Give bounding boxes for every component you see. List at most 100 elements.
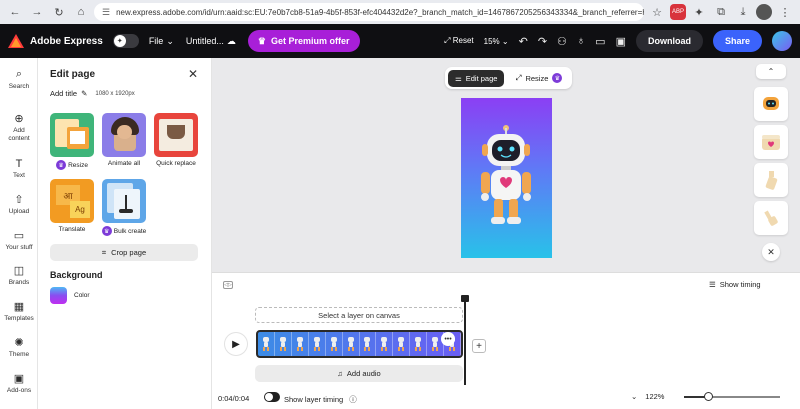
download-tray-icon[interactable]: ⤓: [734, 3, 752, 21]
bookmark-star-icon[interactable]: ☆: [648, 3, 666, 21]
browser-menu-icon[interactable]: ⋮: [776, 3, 794, 21]
addons-icon: ▣: [13, 373, 25, 385]
track-frame: [410, 332, 428, 356]
rail-label: Your stuff: [5, 244, 33, 251]
zoom-dropdown[interactable]: 15% ⌄: [484, 37, 509, 46]
folder-icon: ▭: [13, 230, 25, 242]
resize-button[interactable]: ⤢ Resize ♛: [508, 70, 569, 87]
rail-label: Theme: [8, 351, 30, 358]
back-icon[interactable]: ←: [6, 3, 24, 21]
invite-icon[interactable]: ⚇: [557, 35, 567, 48]
tool-label-text: Animate all: [107, 160, 141, 167]
premium-offer-button[interactable]: ♛ Get Premium offer: [247, 30, 360, 52]
resize-label: Resize: [525, 73, 549, 83]
rail-label: Add content: [8, 127, 30, 142]
close-icon[interactable]: ✕: [762, 243, 780, 261]
comment-icon[interactable]: ▭: [595, 35, 605, 48]
ai-toggle-knob-icon: ✦: [113, 35, 126, 47]
rail-item-your-stuff[interactable]: ▭ Your stuff: [0, 229, 38, 252]
page-thumbnail[interactable]: [754, 201, 788, 235]
background-color-swatch[interactable]: [50, 287, 67, 304]
show-layer-timing-toggle[interactable]: [264, 392, 280, 402]
download-label: Download: [647, 36, 691, 46]
add-page-icon[interactable]: +: [472, 339, 486, 353]
magic-wand-icon: ⤢: [444, 36, 451, 45]
tool-label-text: Translate: [58, 226, 86, 233]
profile-icon[interactable]: [756, 4, 772, 20]
address-bar[interactable]: ☰ new.express.adobe.com/id/urn:aaid:sc:E…: [94, 3, 644, 21]
rail-item-search[interactable]: ⌕ Search: [0, 68, 38, 91]
chevron-up-icon[interactable]: ⌃: [756, 64, 786, 79]
background-color-label: Color: [74, 292, 90, 299]
quick-replace-tool-tile[interactable]: [154, 113, 198, 157]
edit-page-button[interactable]: ⚌ Edit page: [448, 69, 505, 87]
file-menu[interactable]: File ⌄: [149, 36, 174, 47]
tool-label-text: Bulk create: [113, 227, 147, 235]
page-thumbnails: ⌃ ✕: [752, 64, 790, 261]
premium-crown-icon: ♛: [56, 160, 67, 170]
bulk-create-tool-tile[interactable]: [102, 179, 146, 223]
translate-tool-tile[interactable]: आ Ag: [50, 179, 94, 223]
close-icon[interactable]: ✕: [188, 67, 198, 81]
resize-tool-label: ♛ Resize: [44, 160, 100, 170]
robot-illustration[interactable]: [461, 98, 552, 258]
ai-toggle[interactable]: ✦: [112, 34, 139, 48]
timeline-zoom-value: 122%: [645, 392, 665, 401]
page-artboard[interactable]: [461, 98, 552, 258]
adobe-express-logo[interactable]: [8, 34, 24, 48]
more-options-icon[interactable]: •••: [441, 332, 455, 346]
document-title[interactable]: Untitled... ☁: [186, 36, 236, 47]
page-thumbnail[interactable]: [754, 125, 788, 159]
chevron-down-icon: ⌄: [501, 36, 509, 46]
extension-icon[interactable]: ✦: [690, 3, 708, 21]
timeline-zoom-slider[interactable]: [684, 391, 781, 401]
rail-item-addons[interactable]: ▣ Add-ons: [0, 372, 38, 395]
animate-all-tool-tile[interactable]: [102, 113, 146, 157]
add-audio-label: Add audio: [346, 369, 381, 378]
reset-button[interactable]: ⤢ Reset: [444, 36, 474, 46]
canvas-area: ⚌ Edit page ⤢ Resize ♛ ⌃ ✕: [212, 58, 800, 272]
rail-item-add-content[interactable]: ⊕ Add content: [0, 112, 38, 143]
rail-item-text[interactable]: T Text: [0, 158, 38, 180]
page-track[interactable]: [256, 330, 463, 358]
track-frame: [309, 332, 326, 356]
resize-tool-tile[interactable]: [50, 113, 94, 157]
lightbulb-icon[interactable]: ♁: [577, 35, 585, 47]
forward-icon[interactable]: →: [28, 3, 46, 21]
app-name: Adobe Express: [30, 35, 103, 47]
chevron-down-icon[interactable]: ⌄: [631, 392, 637, 401]
show-timing-button[interactable]: ☰ Show timing: [709, 280, 761, 289]
app-header: Adobe Express ✦ File ⌄ Untitled... ☁ ♛ Get…: [0, 24, 800, 58]
add-audio-button[interactable]: ♫ Add audio: [255, 365, 463, 382]
abp-extension-icon[interactable]: ABP: [670, 4, 686, 20]
home-icon[interactable]: ⌂: [72, 3, 90, 21]
add-title-row[interactable]: Add title ✎ 1080 x 1920px: [50, 89, 135, 98]
show-layer-timing-label: Show layer timing: [284, 395, 344, 404]
rail-item-theme[interactable]: ✺ Theme: [0, 336, 38, 359]
user-avatar[interactable]: [772, 31, 792, 51]
zoom-slider-thumb[interactable]: [704, 391, 714, 401]
site-info-icon[interactable]: ☰: [102, 7, 110, 18]
rail-item-upload[interactable]: ⇧ Upload: [0, 193, 38, 216]
rail-label: Templates: [4, 315, 34, 322]
bulk-create-tool-label: ♛ Bulk create: [96, 226, 152, 236]
rail-item-templates[interactable]: ▦ Templates: [0, 300, 38, 323]
collapse-timeline-icon[interactable]: ◁▷: [223, 281, 233, 289]
info-icon[interactable]: ⓘ: [349, 394, 357, 405]
rail-label: Upload: [8, 208, 30, 215]
extensions-puzzle-icon[interactable]: ⧉: [712, 3, 730, 21]
present-icon[interactable]: ▣: [616, 35, 626, 48]
rail-label: Text: [13, 172, 25, 179]
page-thumbnail[interactable]: [754, 87, 788, 121]
crop-page-button[interactable]: ⌗ Crop page: [50, 244, 198, 261]
play-icon[interactable]: ▶: [225, 333, 247, 355]
undo-icon[interactable]: ↶: [519, 35, 528, 48]
share-button[interactable]: Share: [712, 30, 762, 52]
download-button[interactable]: Download: [635, 30, 703, 52]
redo-icon[interactable]: ↷: [538, 35, 547, 48]
page-thumbnail[interactable]: [754, 163, 788, 197]
track-frame: [393, 332, 411, 356]
reload-icon[interactable]: ↻: [50, 3, 68, 21]
rail-item-brands[interactable]: ◫ Brands: [0, 264, 38, 287]
playhead-line[interactable]: [464, 298, 466, 385]
